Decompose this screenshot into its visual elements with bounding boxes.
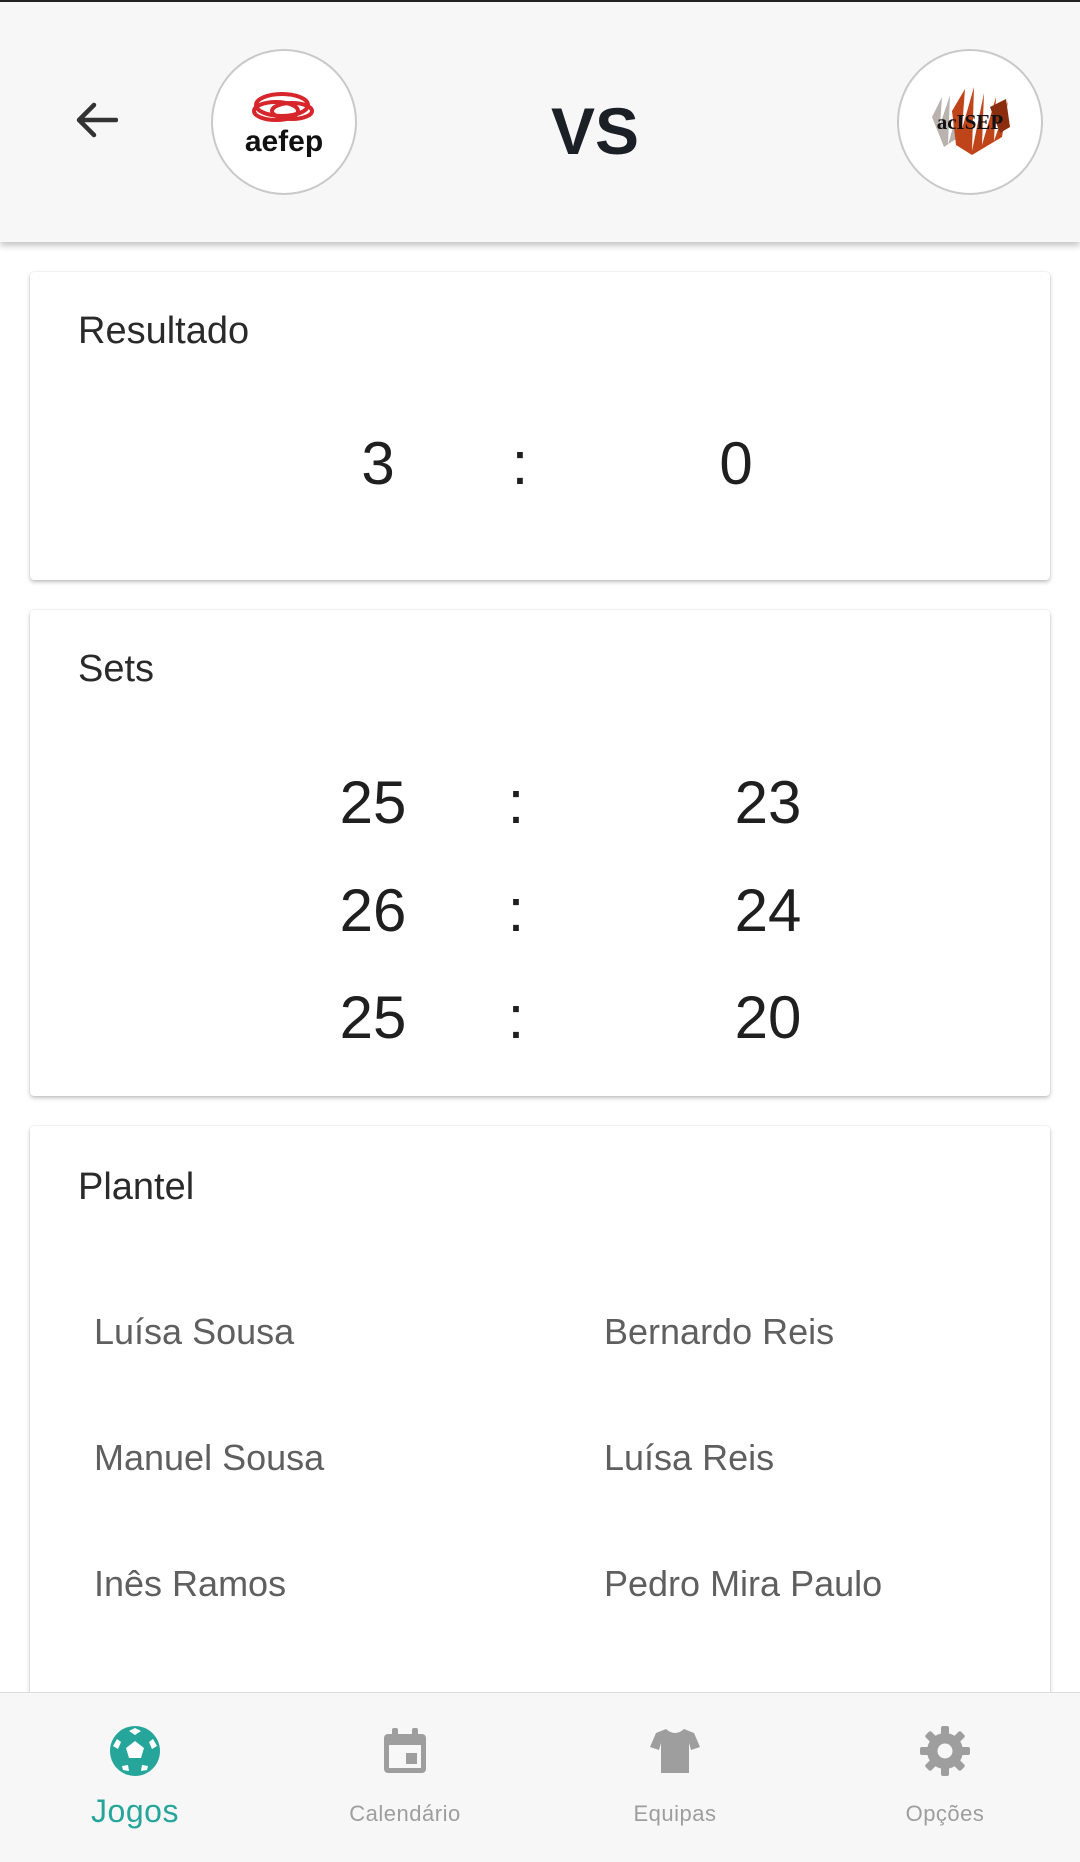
set-home-score: 25 <box>339 984 407 1051</box>
nav-label-equipas: Equipas <box>633 1801 717 1826</box>
player-name[interactable]: Luísa Reis <box>604 1436 774 1480</box>
shirt-icon <box>645 1721 705 1781</box>
player-name[interactable]: Luísa Sousa <box>94 1310 294 1354</box>
result-card: Resultado 3 : 0 <box>30 272 1050 580</box>
set-away-score: 23 <box>734 769 802 836</box>
score-separator: : <box>511 430 529 497</box>
set-separator: : <box>507 877 525 944</box>
set-away-score: 20 <box>734 984 802 1051</box>
calendar-icon <box>375 1721 435 1781</box>
gear-icon <box>915 1721 975 1781</box>
set-separator: : <box>507 769 525 836</box>
away-final-score: 0 <box>719 430 753 497</box>
final-score: 3 : 0 <box>30 429 1050 499</box>
acisep-logo-mark: acISEP <box>932 87 1010 155</box>
home-team-logo[interactable]: aefep <box>211 49 357 195</box>
vs-label: VS <box>550 94 640 168</box>
nav-item-opcoes[interactable]: Opções <box>810 1693 1080 1862</box>
away-team-logo-text: acISEP <box>937 110 1004 134</box>
arrow-left-icon <box>76 102 118 138</box>
nav-label-opcoes: Opções <box>905 1801 985 1826</box>
set-away-score: 24 <box>734 877 802 944</box>
soccer-ball-icon <box>105 1721 165 1781</box>
player-name[interactable]: Inês Ramos <box>94 1562 286 1606</box>
home-final-score: 3 <box>361 430 395 497</box>
nav-label-calendario: Calendário <box>349 1801 461 1826</box>
set-row: 26 : 24 <box>30 876 1050 946</box>
bottom-navigation: Jogos Calendário Equipas Opções <box>0 1692 1080 1862</box>
nav-item-jogos[interactable]: Jogos <box>0 1693 270 1862</box>
player-name[interactable]: Bernardo Reis <box>604 1310 834 1354</box>
set-home-score: 25 <box>339 769 407 836</box>
player-name[interactable]: Pedro Mira Paulo <box>604 1562 882 1606</box>
player-name[interactable]: Manuel Sousa <box>94 1436 324 1480</box>
aefep-logo-mark: aefep <box>245 92 323 158</box>
result-title: Resultado <box>78 310 250 352</box>
squad-card: Plantel Luísa Sousa Bernardo Reis Manuel… <box>30 1126 1050 1746</box>
set-row: 25 : 23 <box>30 768 1050 838</box>
match-header: aefep VS acISEP <box>0 0 1080 242</box>
set-home-score: 26 <box>339 877 407 944</box>
away-team-logo[interactable]: acISEP <box>897 49 1043 195</box>
sets-title: Sets <box>78 648 155 690</box>
nav-item-equipas[interactable]: Equipas <box>540 1693 810 1862</box>
back-button[interactable] <box>62 92 130 148</box>
set-separator: : <box>507 984 525 1051</box>
nav-label-jogos: Jogos <box>91 1793 179 1829</box>
set-row: 25 : 20 <box>30 983 1050 1053</box>
sets-card: Sets 25 : 23 26 : 24 25 : 20 <box>30 610 1050 1096</box>
nav-item-calendario[interactable]: Calendário <box>270 1693 540 1862</box>
squad-title: Plantel <box>78 1166 195 1208</box>
home-team-logo-text: aefep <box>245 125 323 158</box>
